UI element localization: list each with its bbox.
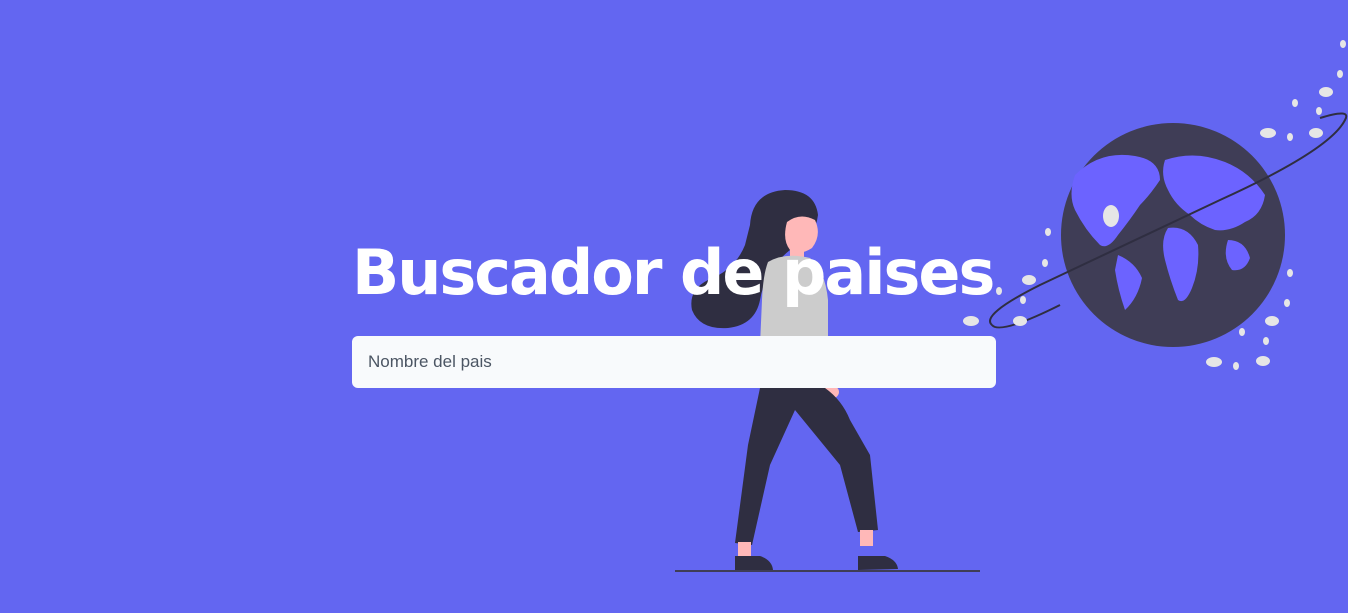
globe-illustration — [963, 40, 1348, 370]
country-search-input[interactable] — [352, 336, 996, 388]
page-title: Buscador de paises — [352, 236, 995, 309]
page-background: Buscador de paises — [0, 0, 1348, 613]
